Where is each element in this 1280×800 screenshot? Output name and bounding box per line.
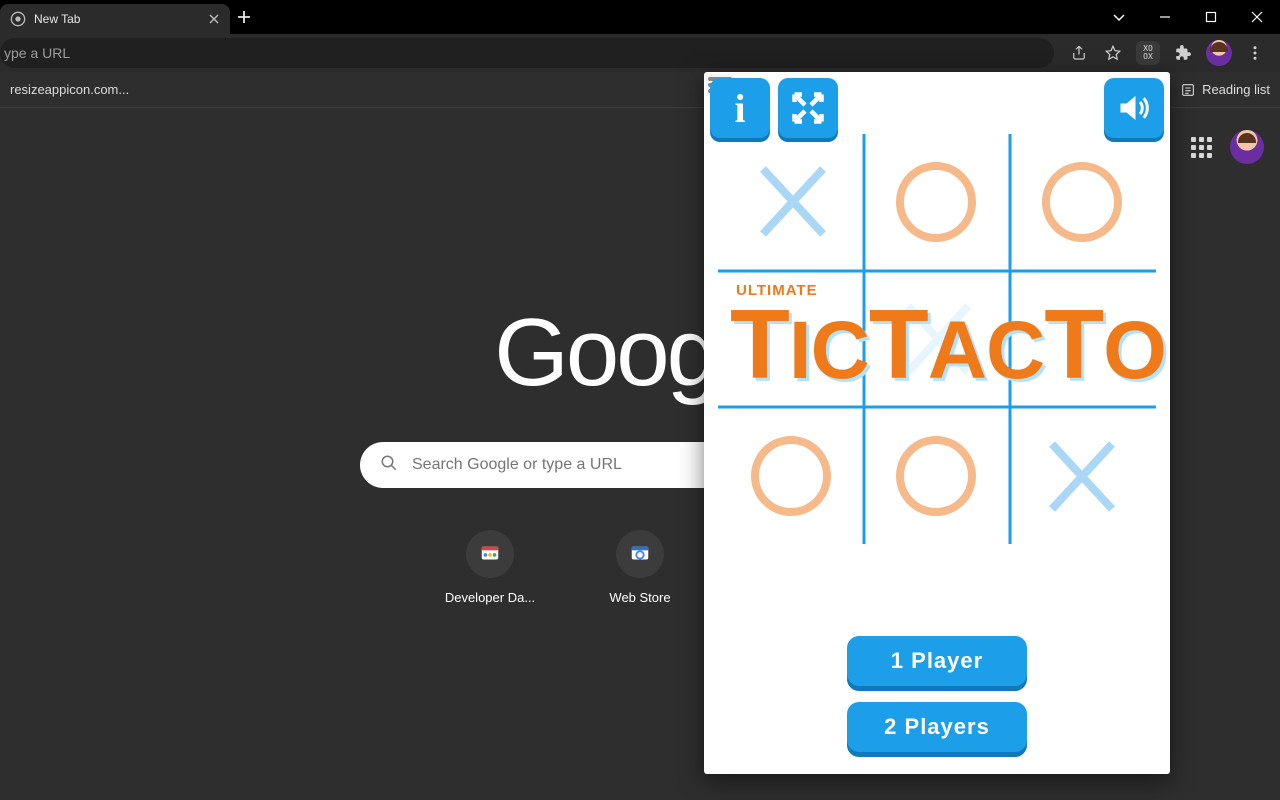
sound-button[interactable] [1104, 78, 1164, 138]
fullscreen-icon [790, 90, 826, 126]
extensions-icon[interactable] [1172, 42, 1194, 64]
toolbar-actions: XOOX [1054, 40, 1274, 66]
shortcut-label: Web Store [609, 590, 670, 605]
cell-o [755, 440, 827, 512]
info-button[interactable]: i [710, 78, 770, 138]
tictactoe-popup: i [704, 72, 1170, 774]
omnibox-placeholder: ype a URL [0, 45, 70, 61]
ntp-profile-avatar[interactable] [1230, 130, 1264, 164]
fullscreen-button[interactable] [778, 78, 838, 138]
bookmark-label: resizeappicon.com... [10, 82, 129, 97]
popup-top-buttons: i [710, 78, 1164, 138]
new-tab-button[interactable] [230, 0, 258, 34]
kebab-menu-icon[interactable] [1244, 42, 1266, 64]
bookmark-item[interactable]: resizeappicon.com... [10, 82, 129, 97]
shortcut-developer[interactable]: Developer Da... [435, 530, 545, 605]
close-window-button[interactable] [1234, 0, 1280, 34]
bookmark-star-icon[interactable] [1102, 42, 1124, 64]
shortcut-icon [616, 530, 664, 578]
tictactoe-extension-icon[interactable]: XOOX [1136, 41, 1160, 65]
two-players-button[interactable]: 2 Players [847, 702, 1027, 752]
profile-avatar[interactable] [1206, 40, 1232, 66]
browser-tab[interactable]: New Tab [0, 4, 230, 34]
reading-list-label: Reading list [1202, 82, 1270, 97]
search-icon [380, 454, 398, 477]
minimize-button[interactable] [1142, 0, 1188, 34]
window-controls [1096, 0, 1280, 34]
browser-toolbar: ype a URL XOOX [0, 34, 1280, 72]
maximize-button[interactable] [1188, 0, 1234, 34]
share-icon[interactable] [1068, 42, 1090, 64]
cell-o [900, 440, 972, 512]
tab-title: New Tab [34, 12, 80, 26]
tab-search-button[interactable] [1096, 0, 1142, 34]
cell-x [763, 169, 823, 234]
chrome-favicon-icon [10, 11, 26, 27]
omnibox[interactable]: ype a URL [0, 38, 1054, 68]
cell-o [900, 166, 972, 238]
titlebar: New Tab [0, 0, 1280, 34]
google-apps-icon[interactable] [1191, 137, 1212, 158]
search-placeholder: Search Google or type a URL [412, 456, 622, 474]
ntp-top-right [1191, 130, 1264, 164]
speaker-icon [1116, 90, 1152, 126]
tab-close-button[interactable] [206, 11, 222, 27]
shortcut-webstore[interactable]: Web Store [585, 530, 695, 605]
reading-list-button[interactable]: Reading list [1180, 82, 1270, 98]
shortcut-icon [466, 530, 514, 578]
reading-list-icon [1180, 82, 1196, 98]
cell-x-faint [908, 306, 968, 372]
shortcut-label: Developer Da... [445, 590, 535, 605]
cell-o [1046, 166, 1118, 238]
ttt-board [718, 134, 1156, 544]
game-menu: 1 Player 2 Players [704, 636, 1170, 752]
info-icon: i [734, 85, 745, 132]
cell-x [1052, 444, 1112, 509]
one-player-button[interactable]: 1 Player [847, 636, 1027, 686]
